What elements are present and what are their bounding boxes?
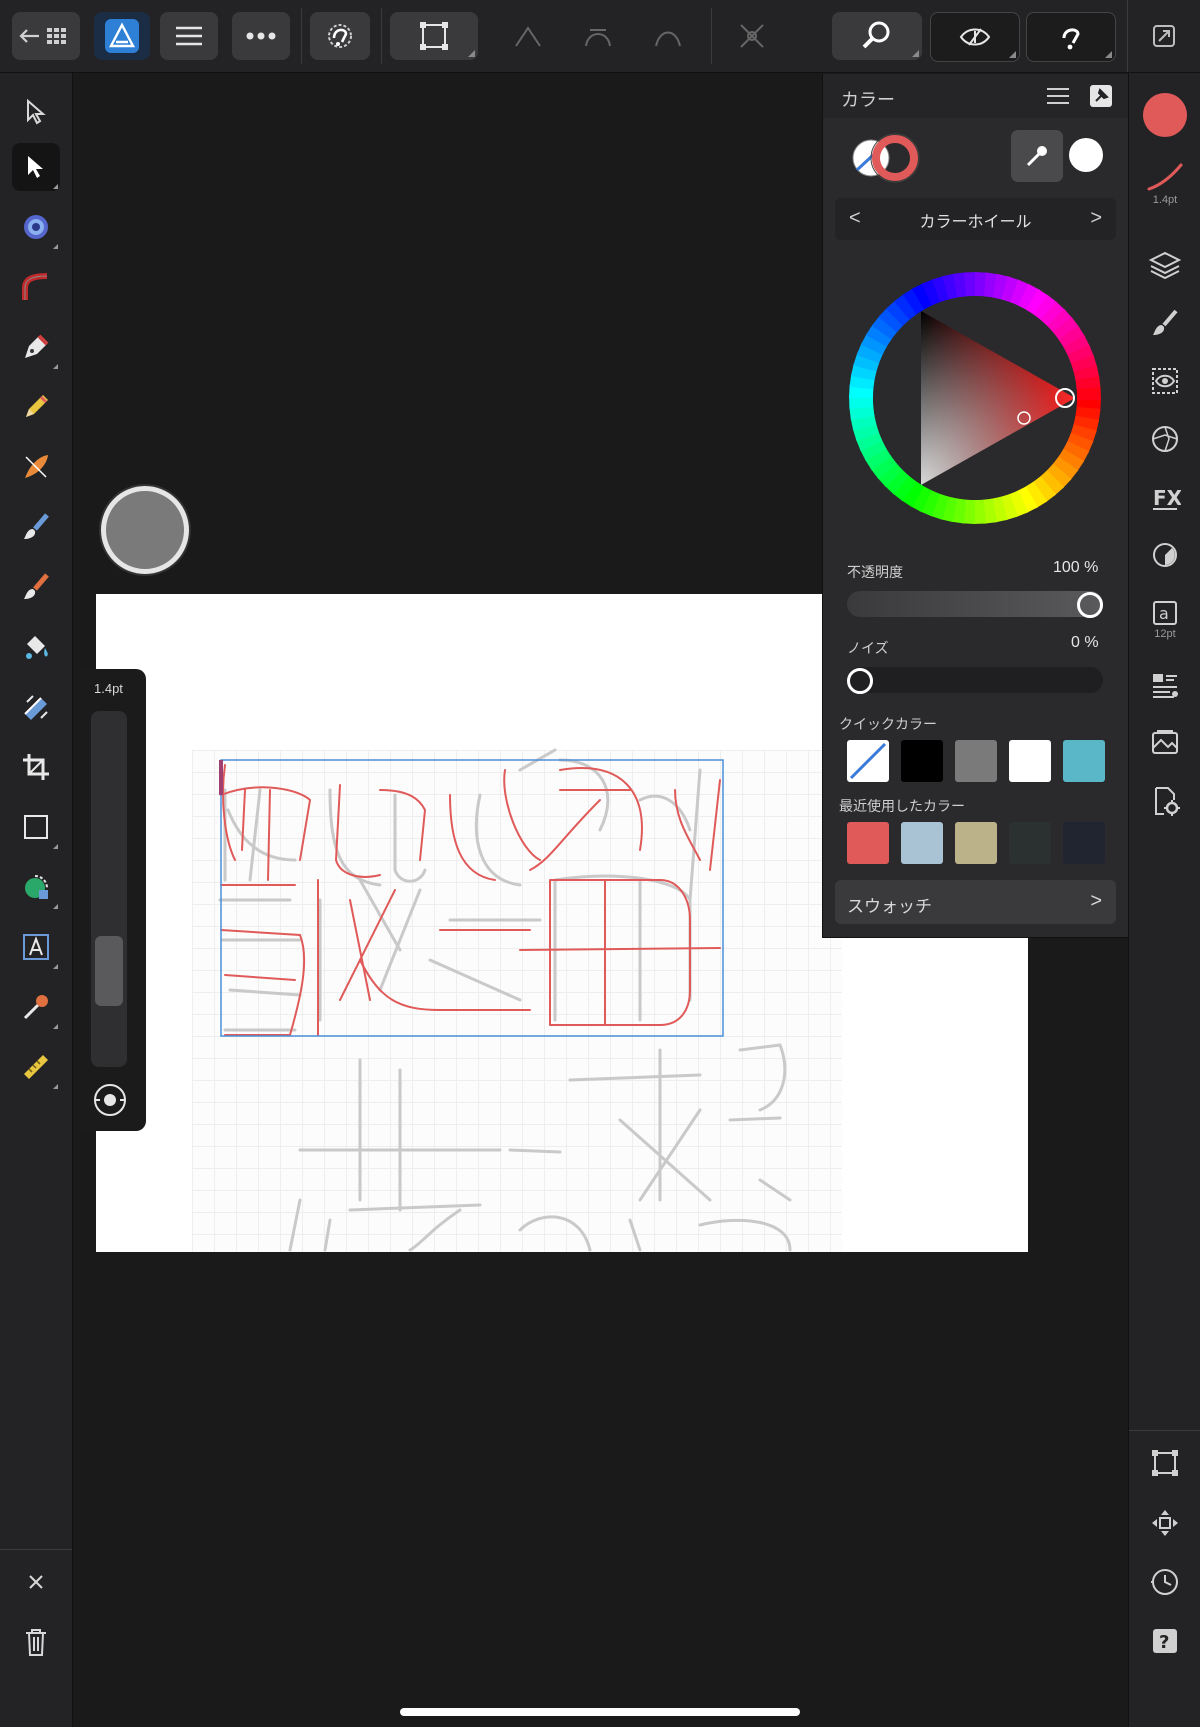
help-icon[interactable]: ? xyxy=(1141,1619,1189,1663)
fill-stroke-selector[interactable] xyxy=(849,130,929,191)
stroke-size-label: 1.4pt xyxy=(1152,193,1178,206)
brush-size-label: 1.4pt xyxy=(94,681,123,696)
transform-panel-icon[interactable] xyxy=(1141,1441,1189,1485)
fx-icon[interactable]: FX xyxy=(1141,475,1189,519)
quick-color-swatch[interactable] xyxy=(901,740,943,782)
color-wheel[interactable] xyxy=(847,270,1103,526)
recent-color-swatch[interactable] xyxy=(847,822,889,864)
text-styles-icon[interactable]: a 12pt xyxy=(1141,591,1189,647)
assets-icon[interactable] xyxy=(1141,721,1189,765)
current-color-swatch[interactable] xyxy=(1141,87,1189,143)
layers-icon[interactable] xyxy=(1141,243,1189,287)
svg-text:a: a xyxy=(1159,604,1169,623)
styles-icon[interactable] xyxy=(1141,663,1189,707)
brush-size-panel: 1.4pt xyxy=(80,669,146,1131)
opacity-slider[interactable] xyxy=(847,591,1103,618)
stroke-width-icon[interactable]: 1.4pt xyxy=(1141,153,1189,213)
recent-color-swatch[interactable] xyxy=(1063,822,1105,864)
export-icon[interactable] xyxy=(1141,779,1189,823)
opacity-slider-knob[interactable] xyxy=(1077,592,1103,618)
studio-bar: 1.4pt FX a 12pt ? xyxy=(1128,73,1200,1727)
home-indicator[interactable] xyxy=(400,1708,800,1716)
text-size-label: 12pt xyxy=(1154,627,1176,640)
opacity-value: 100 % xyxy=(1053,559,1099,576)
adjustments-icon[interactable] xyxy=(1141,533,1189,577)
brush-size-slider-thumb[interactable] xyxy=(95,935,123,1006)
quick-menu-button[interactable] xyxy=(101,486,189,574)
recent-colors-label: 最近使用したカラー xyxy=(839,798,965,814)
brushes-icon[interactable] xyxy=(1141,301,1189,345)
stroke-swatch xyxy=(870,133,920,183)
swatches-arrow: > xyxy=(1090,890,1102,912)
quick-color-swatch[interactable] xyxy=(1063,740,1105,782)
appearance-icon[interactable] xyxy=(1141,359,1189,403)
color-mode-selector[interactable]: < カラーホイール > xyxy=(835,198,1116,240)
picked-color-swatch[interactable] xyxy=(1069,138,1103,172)
color-picker-button[interactable] xyxy=(1011,130,1063,182)
precision-eye-icon[interactable] xyxy=(92,1082,128,1123)
noise-slider[interactable] xyxy=(847,667,1103,694)
noise-label: ノイズ xyxy=(847,640,889,656)
recent-color-swatch[interactable] xyxy=(1009,822,1051,864)
color-mode-label: カラーホイール xyxy=(919,214,1032,231)
recent-color-swatch[interactable] xyxy=(955,822,997,864)
move-panel-icon[interactable] xyxy=(1141,1501,1189,1545)
color-panel-title: カラー xyxy=(841,90,895,110)
pin-icon[interactable] xyxy=(1089,84,1113,113)
swatches-label: スウォッチ xyxy=(847,897,932,916)
history-icon[interactable] xyxy=(1141,1560,1189,1604)
quick-color-swatch[interactable] xyxy=(1009,740,1051,782)
quick-colors-label: クイックカラー xyxy=(839,716,937,732)
effects-icon[interactable] xyxy=(1141,417,1189,461)
opacity-label: 不透明度 xyxy=(847,564,903,580)
mode-next-arrow[interactable]: > xyxy=(1090,207,1102,230)
recent-color-swatch[interactable] xyxy=(901,822,943,864)
selection-handle xyxy=(219,760,223,795)
studio-divider xyxy=(1129,1430,1200,1431)
color-panel: カラー < カラーホイール > 不透明度 100 % ノイズ 0 % クイックカ… xyxy=(822,74,1128,938)
svg-text:?: ? xyxy=(1159,1632,1169,1653)
brush-size-slider[interactable] xyxy=(91,711,127,1067)
swatches-button[interactable]: スウォッチ > xyxy=(835,880,1116,924)
noise-slider-knob[interactable] xyxy=(847,668,873,694)
quick-color-swatch[interactable] xyxy=(955,740,997,782)
panel-menu-icon[interactable] xyxy=(1045,86,1071,111)
quick-color-swatch[interactable] xyxy=(847,740,889,782)
svg-text:FX: FX xyxy=(1153,486,1181,510)
noise-value: 0 % xyxy=(1071,634,1099,651)
